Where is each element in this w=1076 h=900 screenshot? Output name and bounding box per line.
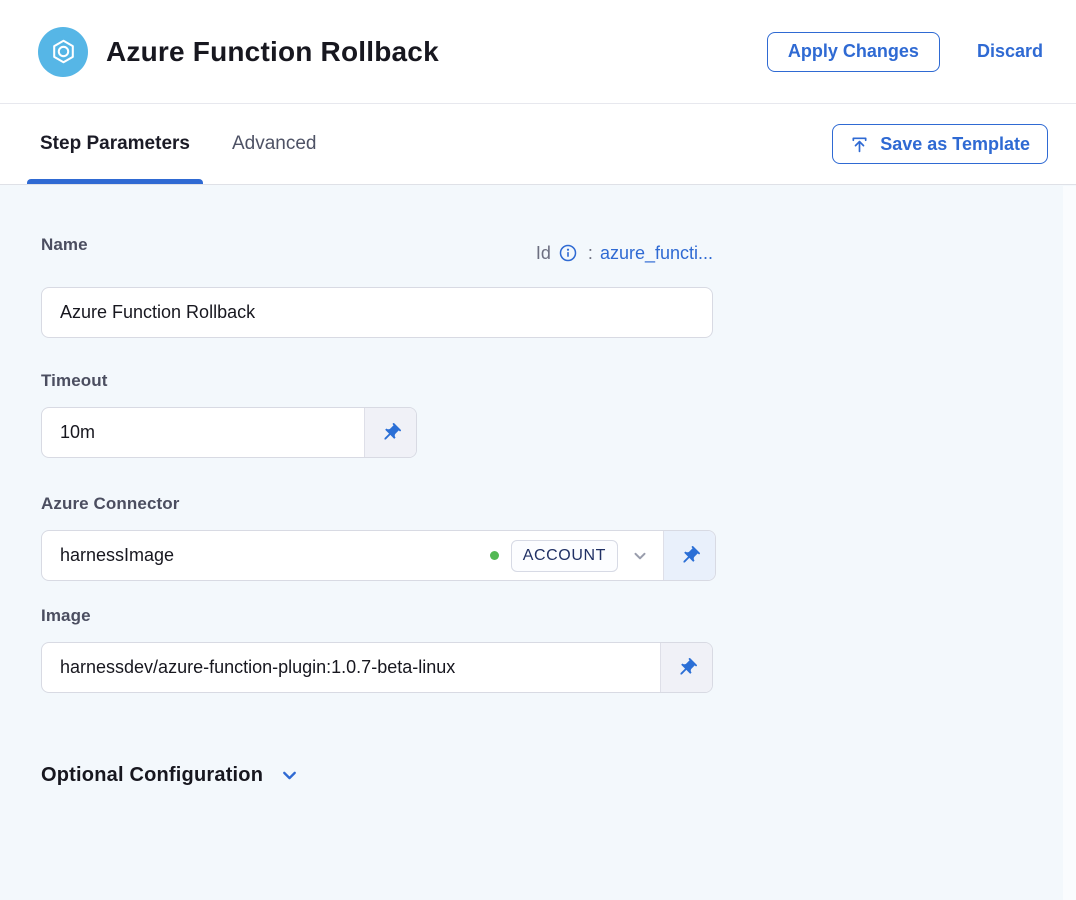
tab-advanced-label: Advanced — [232, 133, 317, 155]
step-config-panel: Azure Function Rollback Apply Changes Di… — [0, 0, 1076, 900]
timeout-pin-button[interactable] — [364, 408, 416, 457]
pushpin-icon — [676, 657, 698, 679]
step-parameters-form: Name Id : azure_functi... — [0, 185, 1076, 787]
timeout-field: Timeout — [41, 371, 1076, 458]
header-title-group: Azure Function Rollback — [38, 27, 439, 77]
page-title: Azure Function Rollback — [106, 36, 439, 68]
step-id-row: Id : azure_functi... — [536, 243, 713, 264]
image-pin-button[interactable] — [660, 643, 712, 692]
active-tab-underline — [27, 179, 203, 184]
image-field: Image — [41, 606, 1076, 693]
pushpin-icon — [679, 545, 701, 567]
upload-icon — [850, 135, 869, 154]
tab-bar: Step Parameters Advanced Save as Templat… — [0, 104, 1076, 185]
tab-step-parameters[interactable]: Step Parameters — [40, 104, 190, 184]
scroll-gutter — [1063, 186, 1076, 900]
pushpin-icon — [380, 422, 402, 444]
id-label: Id — [536, 243, 551, 264]
name-field: Name Id : azure_functi... — [41, 235, 1076, 338]
optional-configuration-toggle[interactable]: Optional Configuration — [41, 764, 300, 787]
timeout-input[interactable] — [41, 407, 417, 458]
name-input[interactable] — [41, 287, 713, 338]
tab-step-parameters-label: Step Parameters — [40, 133, 190, 155]
azure-function-step-icon — [38, 27, 88, 77]
optional-configuration-label: Optional Configuration — [41, 764, 263, 787]
chevron-down-icon — [279, 765, 300, 786]
apply-changes-button[interactable]: Apply Changes — [767, 32, 940, 72]
header-actions: Apply Changes Discard — [767, 32, 1043, 72]
image-label: Image — [41, 606, 1076, 626]
save-as-template-label: Save as Template — [880, 134, 1030, 155]
connector-dropdown-chevron-icon[interactable] — [630, 546, 650, 566]
tab-advanced[interactable]: Advanced — [232, 104, 317, 184]
image-input[interactable] — [41, 642, 713, 693]
connector-status-dot — [490, 551, 499, 560]
azure-connector-field: Azure Connector ACCOUNT — [41, 494, 1076, 581]
panel-header: Azure Function Rollback Apply Changes Di… — [0, 0, 1076, 104]
save-as-template-button[interactable]: Save as Template — [832, 124, 1048, 164]
step-id-value[interactable]: azure_functi... — [600, 243, 713, 264]
timeout-label: Timeout — [41, 371, 1076, 391]
connector-scope-badge: ACCOUNT — [511, 540, 618, 572]
connector-pin-button[interactable] — [663, 531, 715, 580]
info-icon[interactable] — [558, 243, 578, 263]
id-separator: : — [588, 243, 593, 264]
discard-button[interactable]: Discard — [977, 41, 1043, 62]
connector-adornments: ACCOUNT — [490, 530, 650, 581]
azure-connector-label: Azure Connector — [41, 494, 1076, 514]
name-label: Name — [41, 235, 88, 255]
